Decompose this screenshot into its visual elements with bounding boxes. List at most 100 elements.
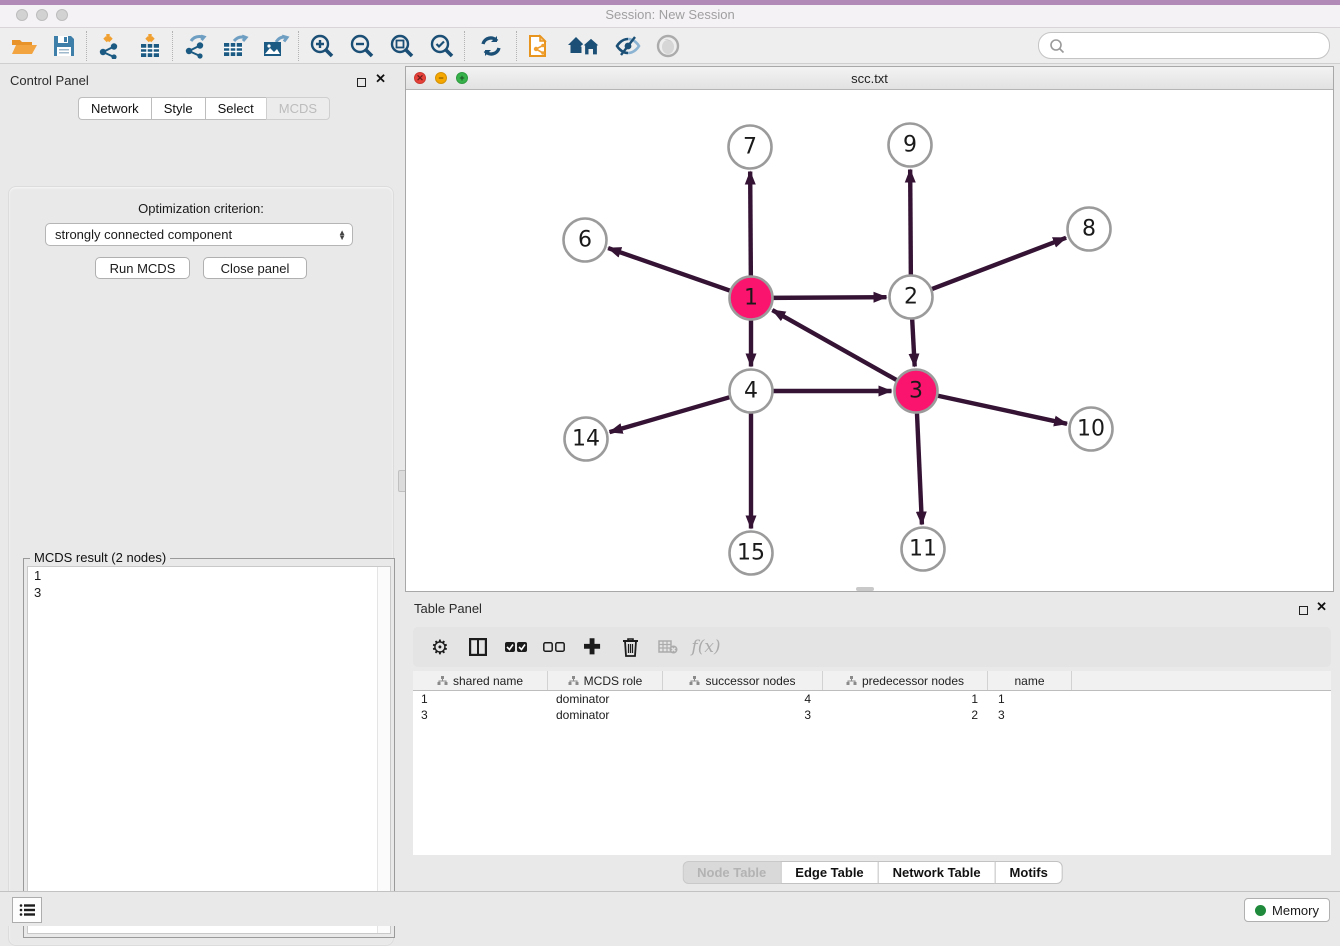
criterion-dropdown[interactable]: strongly connected component ▲▼ <box>45 223 353 246</box>
zoom-out-button[interactable] <box>342 30 382 62</box>
column-label: MCDS role <box>584 674 643 688</box>
mcds-result-list[interactable]: 1 3 <box>27 566 391 934</box>
column-label: successor nodes <box>705 674 795 688</box>
mcds-panel-content: Optimization criterion: strongly connect… <box>8 186 394 946</box>
graph-node-label-6: 6 <box>578 228 592 253</box>
add-row-button[interactable]: ✚ <box>575 630 609 664</box>
graph-edge-1-2[interactable] <box>770 297 886 298</box>
search-icon <box>1047 37 1069 55</box>
delete-table-button[interactable] <box>651 630 685 664</box>
save-session-button[interactable] <box>44 30 84 62</box>
graph-node-label-7: 7 <box>743 135 757 160</box>
table-header-row: shared name MCDS role successor nodes <box>413 671 1331 691</box>
refresh-button[interactable] <box>468 30 514 62</box>
tab-style[interactable]: Style <box>151 97 205 120</box>
graph-edge-2-8[interactable] <box>929 238 1066 290</box>
graph-node-label-8: 8 <box>1082 217 1096 242</box>
unselect-all-button[interactable] <box>537 630 571 664</box>
graph-edge-1-6[interactable] <box>608 248 732 291</box>
branch-icon <box>689 676 700 686</box>
show-columns-button[interactable] <box>461 630 495 664</box>
export-network-button[interactable] <box>176 30 216 62</box>
open-network-file-button[interactable] <box>520 30 560 62</box>
graph-node-label-15: 15 <box>737 541 765 566</box>
graph-node-label-9: 9 <box>903 133 917 158</box>
close-panel-button-inner[interactable]: Close panel <box>203 257 307 279</box>
cell-mcds-role: dominator <box>548 708 663 722</box>
zoom-fit-button[interactable] <box>382 30 422 62</box>
cell-successor-nodes: 4 <box>663 692 823 706</box>
zoom-in-button[interactable] <box>302 30 342 62</box>
show-panel-button[interactable] <box>648 30 688 62</box>
delete-row-button[interactable] <box>613 630 647 664</box>
tab-select[interactable]: Select <box>205 97 266 120</box>
toolbar-separator <box>298 31 300 61</box>
export-table-button[interactable] <box>216 30 256 62</box>
graph-edge-3-1[interactable] <box>772 310 899 381</box>
column-header-predecessor-nodes[interactable]: predecessor nodes <box>823 671 988 690</box>
tab-network[interactable]: Network <box>78 97 151 120</box>
table-row[interactable]: 3 dominator 3 2 3 <box>413 707 1331 723</box>
network-hscrollbar-handle[interactable] <box>856 587 874 591</box>
network-file-icon <box>528 32 552 60</box>
float-panel-button[interactable] <box>357 74 366 92</box>
zoom-selected-button[interactable] <box>422 30 462 62</box>
column-label: shared name <box>453 674 523 688</box>
tab-motifs[interactable]: Motifs <box>995 861 1063 884</box>
graph-edge-3-10[interactable] <box>935 395 1067 424</box>
checked-boxes-icon <box>505 642 527 653</box>
search-box[interactable] <box>1038 32 1330 59</box>
refresh-icon <box>479 34 503 58</box>
node-table[interactable]: shared name MCDS role successor nodes <box>413 671 1331 855</box>
float-icon <box>357 78 366 87</box>
graph-node-label-1: 1 <box>744 286 758 311</box>
mcds-result-group: MCDS result (2 nodes) 1 3 <box>23 558 395 938</box>
tab-mcds[interactable]: MCDS <box>266 97 330 120</box>
close-table-panel-button[interactable]: ✕ <box>1316 602 1327 612</box>
cell-successor-nodes: 3 <box>663 708 823 722</box>
graph-edge-2-9[interactable] <box>910 169 911 277</box>
home-button[interactable] <box>560 30 608 62</box>
float-table-panel-button[interactable] <box>1299 602 1308 620</box>
table-row[interactable]: 1 dominator 4 1 1 <box>413 691 1331 707</box>
column-header-name[interactable]: name <box>988 671 1072 690</box>
control-panel: Control Panel ✕ Network Style Select MCD… <box>0 64 400 891</box>
delete-table-icon <box>658 640 678 654</box>
search-input[interactable] <box>1069 35 1329 57</box>
tab-node-table[interactable]: Node Table <box>682 861 780 884</box>
import-table-button[interactable] <box>130 30 170 62</box>
run-mcds-button[interactable]: Run MCDS <box>95 257 190 279</box>
graph-edge-1-7[interactable] <box>750 171 751 278</box>
hide-panel-button[interactable] <box>608 30 648 62</box>
select-all-button[interactable] <box>499 630 533 664</box>
import-network-button[interactable] <box>90 30 130 62</box>
export-image-button[interactable] <box>256 30 296 62</box>
optimization-criterion-label: Optimization criterion: <box>9 201 393 216</box>
graph-edge-2-3[interactable] <box>912 316 915 366</box>
graph-edge-3-11[interactable] <box>917 410 922 524</box>
column-header-shared-name[interactable]: shared name <box>413 671 548 690</box>
tab-network-table[interactable]: Network Table <box>878 861 995 884</box>
close-panel-button[interactable]: ✕ <box>375 74 386 84</box>
tab-edge-table[interactable]: Edge Table <box>780 861 877 884</box>
toolbar-separator <box>86 31 88 61</box>
memory-label: Memory <box>1272 903 1319 918</box>
column-header-mcds-role[interactable]: MCDS role <box>548 671 663 690</box>
column-header-successor-nodes[interactable]: successor nodes <box>663 671 823 690</box>
network-window-titlebar[interactable]: ✕ − + scc.txt <box>406 67 1333 90</box>
branch-icon <box>437 676 448 686</box>
task-history-button[interactable] <box>12 897 42 923</box>
toolbar-separator <box>172 31 174 61</box>
network-graph[interactable]: 7968124314101511 <box>406 89 1333 591</box>
table-settings-button[interactable]: ⚙ <box>423 630 457 664</box>
table-toolbar: ⚙ ✚ <box>413 627 1331 667</box>
function-builder-button[interactable]: f(x) <box>689 630 723 664</box>
export-table-icon <box>222 33 250 59</box>
zoom-selected-icon <box>429 33 455 59</box>
memory-button[interactable]: Memory <box>1244 898 1330 922</box>
cell-name: 3 <box>988 708 1072 722</box>
eye-slash-icon <box>614 35 642 57</box>
open-session-button[interactable] <box>4 30 44 62</box>
result-scrollbar[interactable] <box>377 567 390 933</box>
graph-edge-4-14[interactable] <box>610 396 733 432</box>
